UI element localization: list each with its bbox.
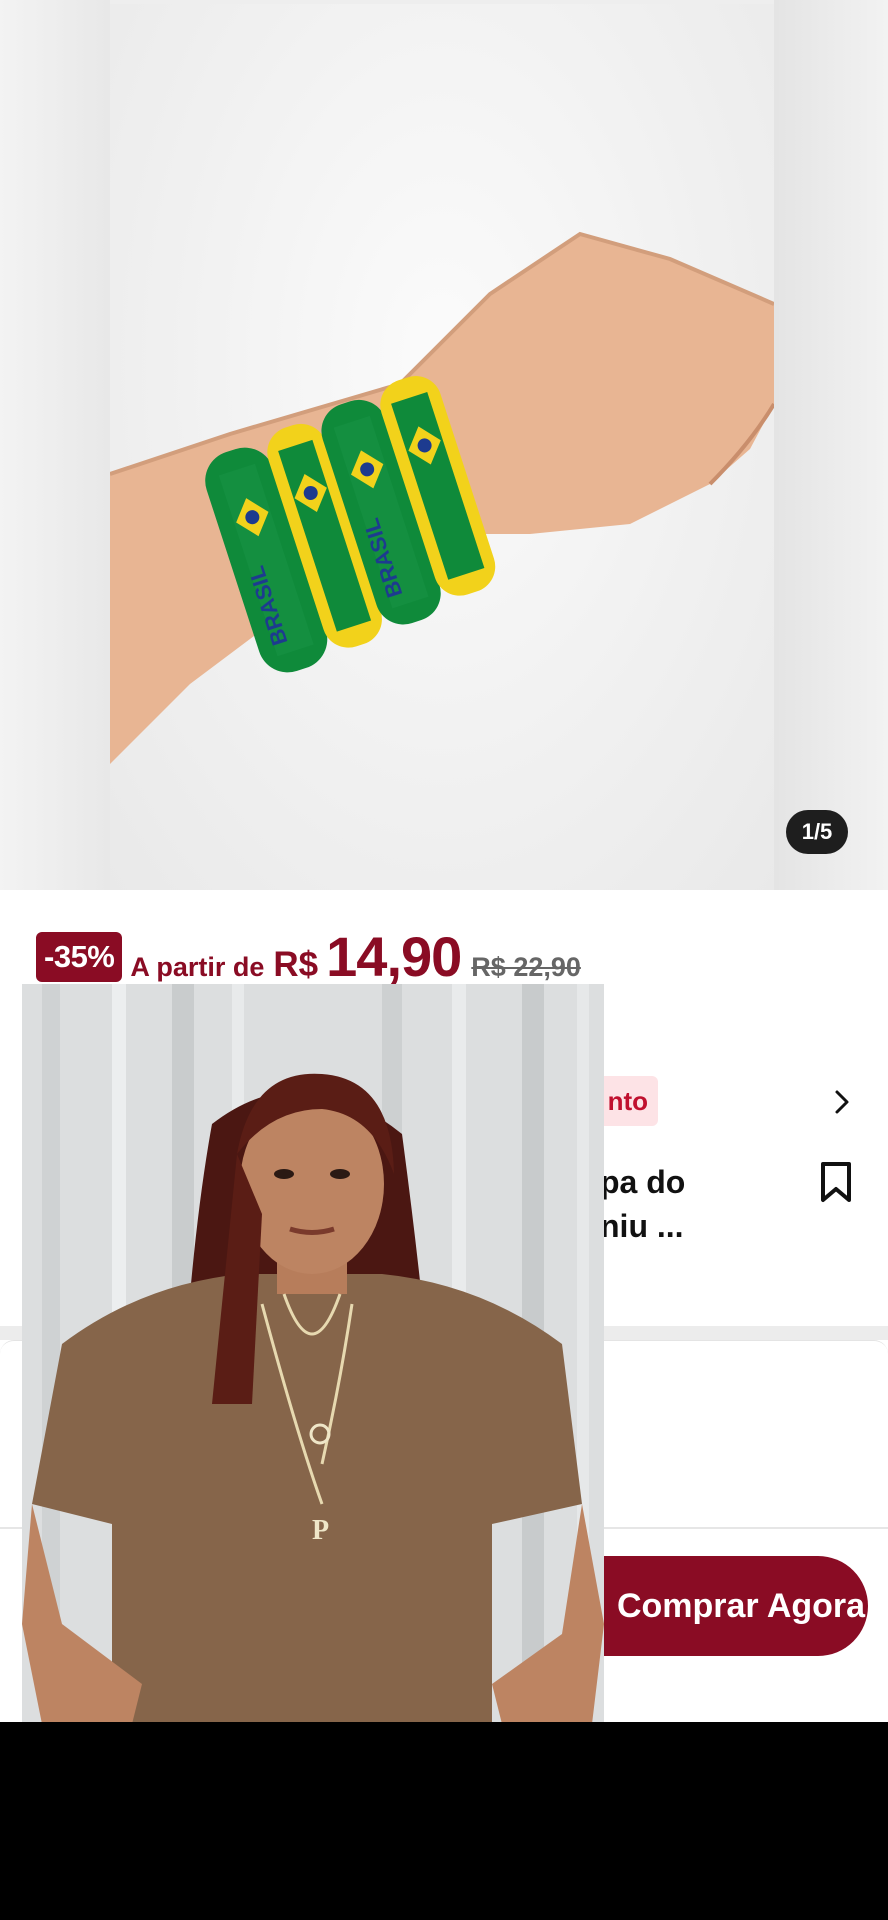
buy-now-button[interactable]: Comprar Agora [600, 1556, 868, 1656]
chevron-right-icon[interactable] [826, 1086, 858, 1118]
price-from-label: A partir de [130, 952, 265, 982]
product-title-line: pa do [600, 1164, 686, 1200]
current-price: 14,90 [326, 925, 462, 988]
price-row: -35% A partir de R$ 14,90 R$ 22,90 [36, 924, 581, 990]
product-screen: BRASIL BRASIL 1/5 -35% A partir de R$ 14… [0, 0, 888, 1722]
bracelet-on-arm-illustration: BRASIL BRASIL [110, 231, 774, 764]
price-currency: R$ [273, 945, 319, 984]
gallery-background-right [774, 0, 888, 890]
gallery-background-left [0, 0, 110, 890]
original-price: R$ 22,90 [471, 952, 581, 982]
product-title-line: niu ... [600, 1208, 684, 1244]
video-overlay[interactable]: P [22, 984, 604, 1722]
product-photo[interactable]: BRASIL BRASIL [110, 4, 774, 890]
presenter-video-frame: P [22, 984, 604, 1722]
discount-badge: -35% [36, 932, 123, 982]
image-counter: 1/5 [786, 810, 848, 854]
bookmark-icon[interactable] [816, 1160, 856, 1204]
product-title: pa do niu ... [600, 1160, 800, 1248]
product-image-gallery[interactable]: BRASIL BRASIL 1/5 [0, 0, 888, 890]
pendant-letter: P [312, 1515, 329, 1546]
